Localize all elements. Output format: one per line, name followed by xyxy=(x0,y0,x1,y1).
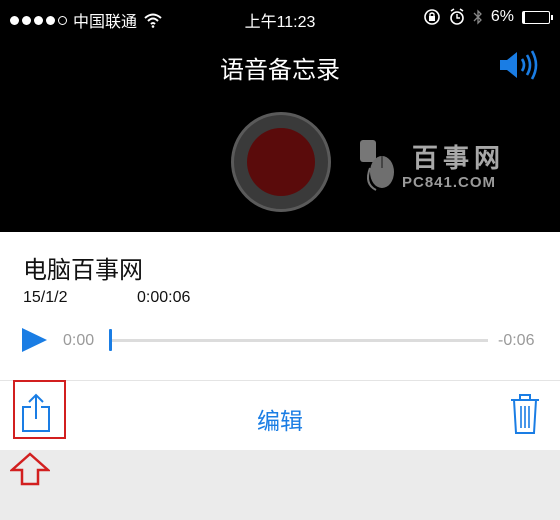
current-time: 0:00 xyxy=(63,332,95,349)
recording-detail: 电脑百事网 15/1/2 0:00:06 0:00 -0:06 xyxy=(0,232,560,380)
alarm-icon xyxy=(450,8,464,25)
top-panel: 中国联通 上午11:23 6% 语音备忘录 百事网 PC841.COM xyxy=(0,0,560,232)
watermark: 百事网 PC841.COM xyxy=(356,138,536,198)
bottom-toolbar: 编辑 xyxy=(0,380,560,451)
bluetooth-icon xyxy=(473,9,482,25)
record-button[interactable] xyxy=(231,112,331,212)
recording-name[interactable]: 电脑百事网 xyxy=(23,250,143,285)
playback-track[interactable] xyxy=(110,339,488,342)
recording-date: 15/1/2 xyxy=(23,289,68,306)
playback-scrubber[interactable] xyxy=(109,329,112,351)
page-title: 语音备忘录 xyxy=(220,57,340,84)
play-icon[interactable] xyxy=(22,328,47,352)
speaker-icon[interactable] xyxy=(498,48,540,82)
watermark-mouse-icon xyxy=(360,140,394,191)
watermark-title: 百事网 xyxy=(412,143,506,173)
battery-icon xyxy=(522,10,553,24)
bottom-area xyxy=(0,450,560,520)
edit-button[interactable]: 编辑 xyxy=(0,402,560,436)
up-arrow-icon xyxy=(10,452,50,486)
share-highlight-box xyxy=(13,380,66,439)
remaining-time: -0:06 xyxy=(498,332,535,349)
lock-rotation-icon xyxy=(424,9,440,25)
trash-icon[interactable] xyxy=(509,391,541,435)
battery-percent: 6% xyxy=(490,8,514,25)
status-bar: 中国联通 上午11:23 6% xyxy=(0,6,560,31)
watermark-url: PC841.COM xyxy=(402,174,497,191)
recording-duration: 0:00:06 xyxy=(137,289,191,306)
record-icon xyxy=(247,128,315,196)
